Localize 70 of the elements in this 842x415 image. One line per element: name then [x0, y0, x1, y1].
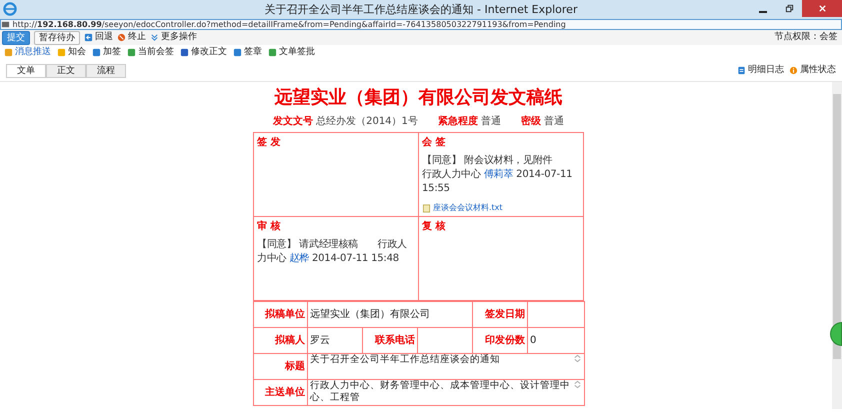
browser-logo-icon	[3, 2, 17, 16]
field-label: 主送单位	[265, 387, 305, 398]
field-label: 标题	[285, 361, 305, 372]
action-icon	[57, 48, 66, 57]
section-heading: 签 发	[257, 136, 282, 150]
action-icon	[4, 48, 13, 57]
back-button[interactable]: 回退	[84, 30, 113, 44]
node-permission: 节点权限：会签	[774, 30, 838, 44]
action-link[interactable]: 消息推送	[4, 46, 51, 60]
minimize-icon	[759, 10, 767, 12]
opinion-text: 【同意】 请武经理核稿 行政人力中心 赵桦 2014-07-11 15:48	[257, 238, 408, 266]
section-heading: 审 核	[257, 219, 282, 234]
field-label: 发文文号	[273, 116, 314, 127]
field-value: 罗云	[310, 335, 330, 346]
action-icon	[127, 48, 136, 57]
field-value: 普通	[480, 116, 501, 127]
action-link[interactable]: 修改正文	[180, 46, 227, 60]
page-icon	[1, 20, 10, 29]
document-title: 远望实业（集团）有限公司发文稿纸	[274, 86, 564, 110]
action-icon	[268, 48, 277, 57]
scrollbar[interactable]	[832, 82, 842, 409]
opinion-text: 【同意】 附会议材料，见附件 行政人力中心 傅莉萃 2014-07-11 15:55	[422, 154, 574, 196]
back-arrow-icon	[84, 33, 93, 42]
scroll-thumb[interactable]	[833, 94, 841, 359]
section-heading: 复 核	[422, 220, 446, 234]
stop-button[interactable]: 终止	[117, 30, 146, 44]
floating-button[interactable]	[830, 322, 842, 346]
close-icon	[818, 4, 826, 13]
field-value: 总经办发（2014）1号	[316, 116, 418, 127]
field-label: 拟稿人	[275, 335, 305, 346]
field-value: 远望实业（集团）有限公司	[310, 309, 430, 320]
document-icon	[737, 66, 746, 75]
field-value: 普通	[544, 116, 564, 127]
field-value: 0	[530, 335, 536, 346]
more-actions-button[interactable]: 更多操作	[150, 30, 197, 44]
action-link[interactable]: 文单签批	[268, 46, 315, 60]
field-label: 印发份数	[485, 335, 526, 346]
file-icon	[422, 204, 431, 212]
close-button[interactable]	[802, 0, 842, 17]
save-draft-button[interactable]: 暂存待办	[34, 30, 80, 44]
text-area-value: 关于召开全公司半年工作总结座谈会的通知	[310, 354, 500, 366]
text-area-value: 行政人力中心、财务管理中心、成本管理中心、设计管理中心、工程管	[310, 380, 571, 404]
action-link[interactable]: 加签	[92, 46, 121, 60]
info-icon	[789, 66, 798, 75]
action-icon	[92, 48, 101, 57]
side-link[interactable]: 属性状态	[789, 64, 836, 78]
stop-icon	[117, 33, 126, 42]
restore-icon	[784, 4, 794, 13]
window-title: 关于召开全公司半年工作总结座谈会的通知 - Internet Explorer	[264, 2, 578, 18]
tab[interactable]: 正文	[46, 64, 86, 78]
action-icon	[180, 48, 189, 57]
action-link[interactable]: 签章	[233, 46, 262, 60]
action-icon	[233, 48, 242, 57]
field-label: 密级	[520, 116, 541, 127]
signer-link[interactable]: 赵桦	[289, 253, 309, 264]
scroll-arrows-icon	[573, 380, 582, 389]
scroll-arrows-icon	[573, 354, 582, 363]
chevron-icon	[150, 33, 159, 42]
action-link[interactable]: 当前会签	[127, 46, 174, 60]
field-label: 紧急程度	[438, 116, 478, 127]
tab[interactable]: 文单	[6, 64, 46, 78]
tab[interactable]: 流程	[86, 64, 126, 78]
attachment-link[interactable]: 座谈会会议材料.txt	[433, 202, 503, 214]
signer-link[interactable]: 傅莉萃	[484, 169, 514, 180]
field-label: 签发日期	[485, 309, 526, 320]
side-link[interactable]: 明细日志	[737, 64, 784, 78]
field-label: 联系电话	[375, 335, 415, 346]
section-heading: 会 签	[422, 136, 446, 150]
action-link[interactable]: 知会	[57, 46, 86, 60]
field-label: 拟稿单位	[265, 309, 305, 320]
